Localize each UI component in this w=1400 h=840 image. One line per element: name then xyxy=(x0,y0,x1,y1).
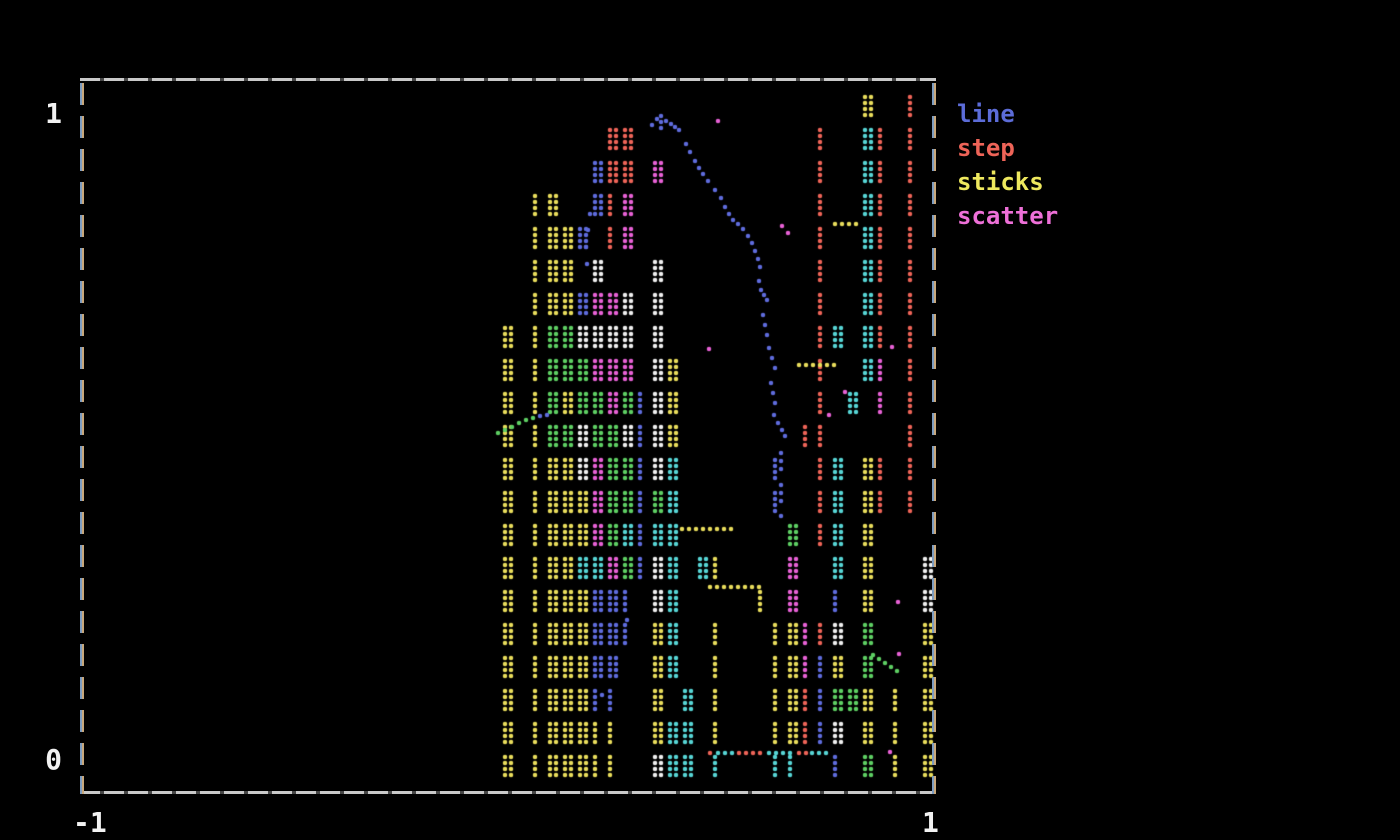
legend-item-scatter: scatter xyxy=(957,199,1058,233)
legend-item-sticks: sticks xyxy=(957,165,1058,199)
x-tick-1: 1 xyxy=(922,808,939,838)
legend-item-step: step xyxy=(957,131,1058,165)
plot-border-bottom xyxy=(80,791,936,794)
plot-border-top xyxy=(80,78,936,81)
x-tick-neg1: -1 xyxy=(73,808,107,838)
legend: linestepsticksscatter xyxy=(957,97,1058,233)
y-tick-0: 0 xyxy=(26,745,62,775)
plot-border-right xyxy=(932,78,936,794)
legend-item-line: line xyxy=(957,97,1058,131)
y-tick-1: 1 xyxy=(26,99,62,129)
plot-border-left xyxy=(80,78,84,794)
plot-frame xyxy=(80,78,936,794)
terminal-plot-screen: 1 0 -1 1 linestepsticksscatter xyxy=(0,0,1400,840)
